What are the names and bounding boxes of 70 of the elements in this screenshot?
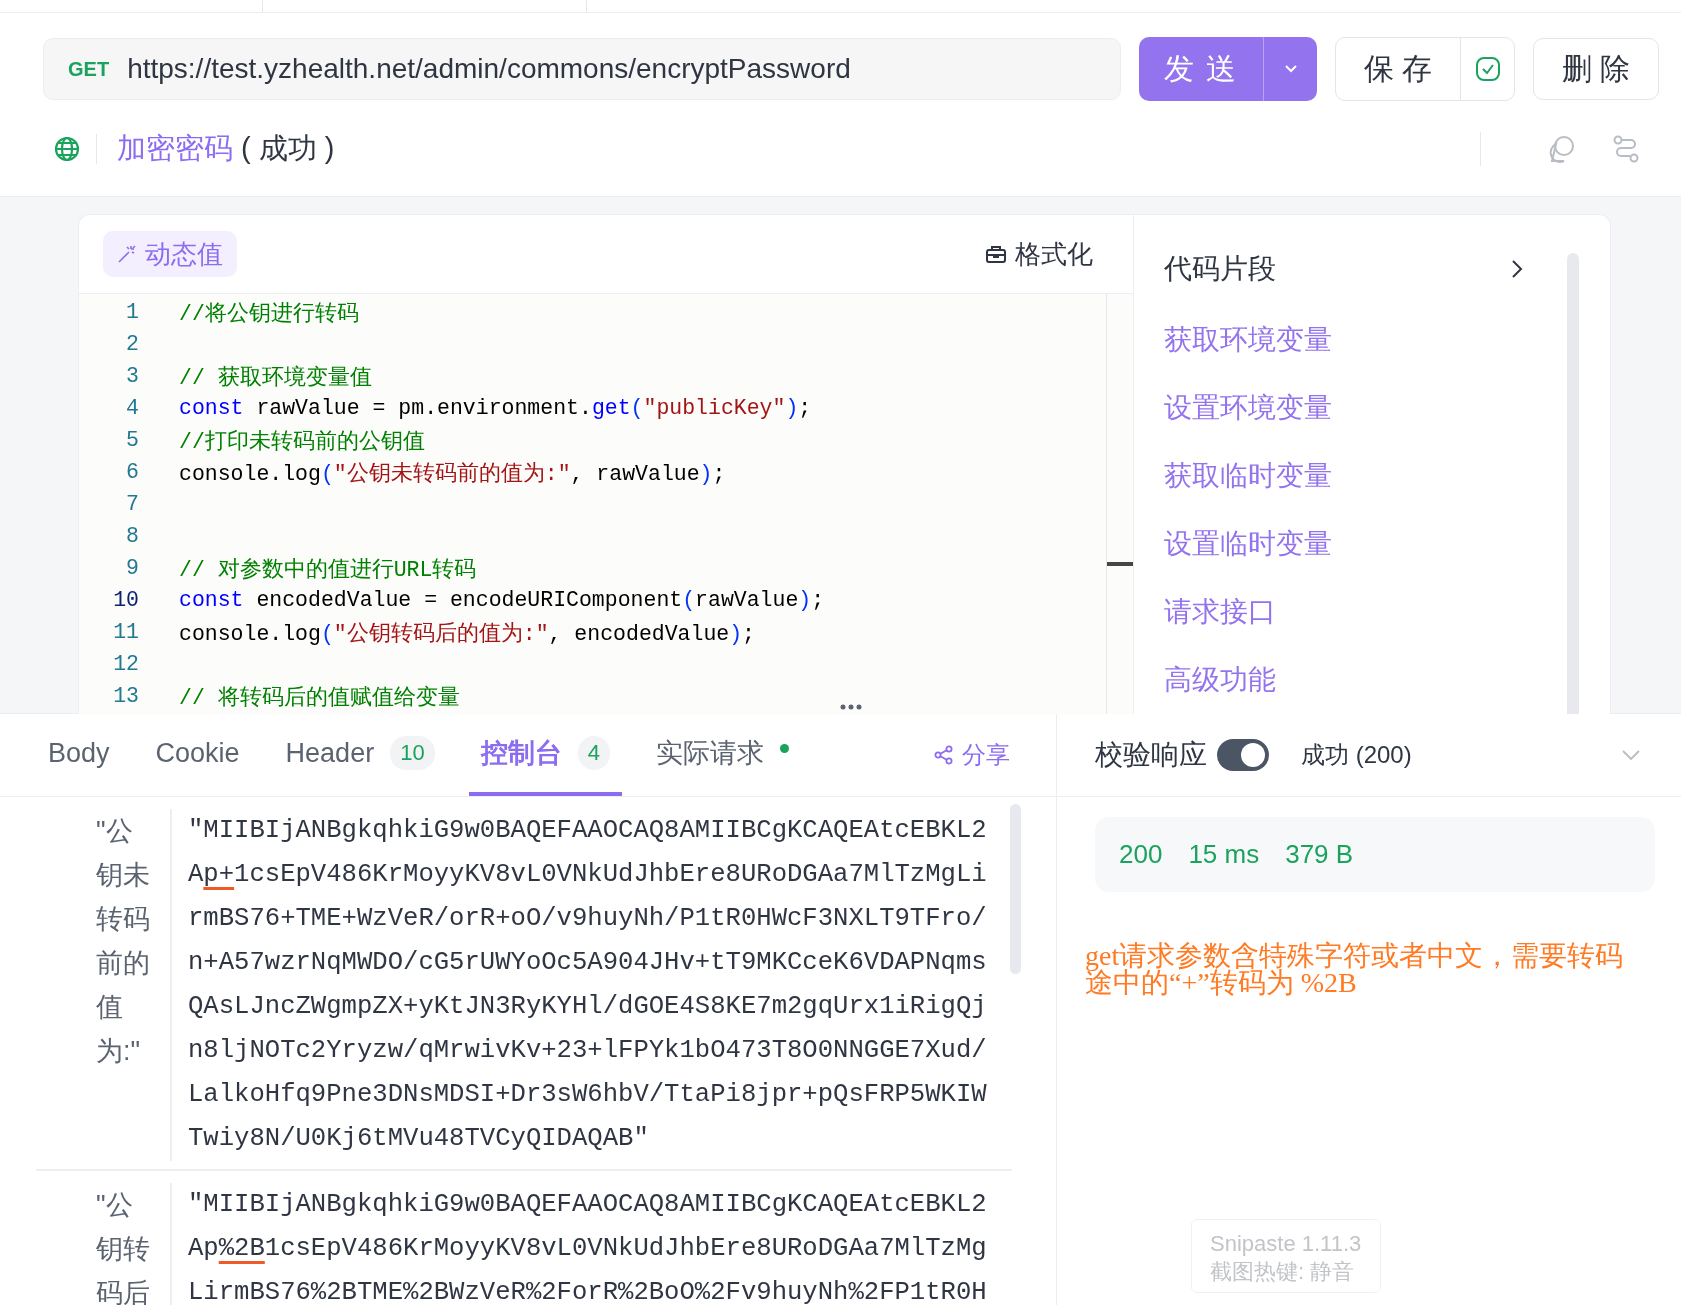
log-value: "MIIBIjANBgkqhkiG9w0BAQEFAAOCAQ8AMIIBCgKCAQEAtcEBKL2Ap+1csEpV486KrMoyyKV8vL0VNkUdJhbEre8URoDGAa7MlTzMgLirmBS76+TME+WzVeR/orR+oO/v9huyNh/P1tR0HWcF3NXLT9TFro/n+A57wzrNqMWDO/cG5rUWYoOc5A904JHv+tT9MKCceK6VDAPNqmsQAsLJncZWgmpZX+yKtJN3RyKYHl/dGOE4S8KE7m2gqUrx1iRigQjn8ljNOTc2Yryzw/qMrwivKv+23+lFPYk1bO473T8O0NNGGE7Xud/LalkoHfq9Pne3DNsMDSI+Dr3sW6hbV/TtaPi8jpr+pQsFRP5WKIWTwiy8N/U0Kj6tMVu48TVCyQIDAQAB" (188, 815, 988, 1155)
line-number: 8 (125, 524, 140, 548)
log-label: "公钥转码后 (36, 1183, 172, 1305)
line-number: 10 (112, 588, 140, 612)
check-icon (1474, 56, 1501, 82)
scrollbar-thumb[interactable] (1107, 562, 1133, 566)
tooltip-hotkey: 截图热键: 静音 (1210, 1258, 1356, 1286)
stat-value: 200 (1119, 839, 1163, 870)
chat-bubbles-icon[interactable] (1547, 133, 1577, 164)
response-tab[interactable]: 实际请求 (643, 714, 801, 796)
code-line: console.log("公钥转码后的值为:", encodedValue); (179, 620, 755, 647)
validate-response-label: 校验响应 (1095, 738, 1207, 772)
count-badge: 4 (577, 736, 610, 770)
api-name[interactable]: 加密密码 (117, 128, 233, 169)
code-line: //将公钥进行转码 (179, 300, 359, 327)
drag-handle-icon[interactable] (839, 703, 863, 711)
code-line: // 对参数中的值进行URL转码 (179, 556, 477, 583)
toolbox-icon (985, 244, 1007, 264)
method-label: GET (68, 57, 110, 81)
api-status: ( 成功 ) (241, 130, 335, 166)
line-number: 2 (125, 332, 140, 356)
line-number: 12 (112, 652, 140, 676)
editor-scrollbar[interactable] (1106, 294, 1133, 714)
share-button[interactable]: 分享 (934, 714, 1010, 796)
response-tab[interactable]: Cookie (143, 714, 252, 796)
response-tab[interactable]: Header 10 (273, 714, 447, 796)
magic-wand-icon (117, 244, 137, 264)
code-line: // 将转码后的值赋值给变量 (179, 684, 460, 711)
line-number: 5 (125, 428, 140, 452)
snippet-link[interactable]: 设置临时变量 (1164, 525, 1332, 563)
line-number: 4 (125, 396, 140, 420)
log-label: "公钥未转码前的值为:" (36, 809, 172, 1161)
dynamic-value-button[interactable]: 动态值 (103, 231, 237, 277)
line-number: 1 (125, 300, 140, 324)
snippet-link[interactable]: 请求接口 (1164, 593, 1276, 631)
line-number: 13 (112, 684, 140, 708)
count-badge: 10 (390, 736, 435, 770)
code-line: const encodedValue = encodeURIComponent(rawValue); (179, 588, 825, 612)
tooltip-title: Snipaste 1.11.3 (1210, 1230, 1362, 1258)
snippets-title: 代码片段 (1164, 252, 1276, 286)
response-tab[interactable]: 控制台 4 (468, 714, 622, 796)
annotation-text: get请求参数含特殊字符或者中文，需要转码途中的“+”转码为 %2B (1085, 942, 1625, 996)
chevron-right-icon[interactable] (1510, 258, 1524, 280)
stat-value: 379 B (1285, 839, 1354, 870)
snippet-link[interactable]: 设置环境变量 (1164, 389, 1332, 427)
line-number: 7 (125, 492, 140, 516)
caret-icon (1282, 64, 1299, 74)
code-line: console.log("公钥未转码前的值为:", rawValue); (179, 460, 726, 487)
share-icon (934, 745, 954, 765)
validation-result: 成功 (200) (1301, 740, 1412, 770)
url-field[interactable]: GET https://test.yzhealth.net/admin/commons/encryptPassword (43, 38, 1121, 100)
snippet-link[interactable]: 获取环境变量 (1164, 321, 1332, 359)
validate-toggle[interactable] (1217, 739, 1269, 771)
chevron-down-icon[interactable] (1621, 749, 1641, 761)
line-number: 9 (125, 556, 140, 580)
code-line: //打印未转码前的公钥值 (179, 428, 425, 455)
code-line: // 获取环境变量值 (179, 364, 372, 391)
route-icon[interactable] (1611, 133, 1641, 164)
line-number: 3 (125, 364, 140, 388)
stat-value: 15 ms (1188, 839, 1260, 870)
line-number: 6 (125, 460, 140, 484)
globe-icon (54, 135, 80, 162)
snippet-link[interactable]: 获取临时变量 (1164, 457, 1332, 495)
delete-button[interactable]: 删 除 (1533, 38, 1659, 100)
line-number: 11 (112, 620, 140, 644)
code-line: const rawValue = pm.environment.get("publicKey"); (179, 396, 812, 420)
log-value: "MIIBIjANBgkqhkiG9w0BAQEFAAOCAQ8AMIIBCgKCAQEAtcEBKL2Ap%2B1csEpV486KrMoyyKV8vL0VNkUdJhbEre8URoDGAa7MlTzMgLirmBS76%2BTME%2BWzVeR%2ForR%2BoO%2Fv9huyNh%2FP1tR0H (188, 1189, 988, 1305)
format-button[interactable]: 格式化 (985, 236, 1093, 272)
snippet-link[interactable]: 高级功能 (1164, 661, 1276, 699)
response-tab[interactable]: Body (36, 714, 122, 796)
